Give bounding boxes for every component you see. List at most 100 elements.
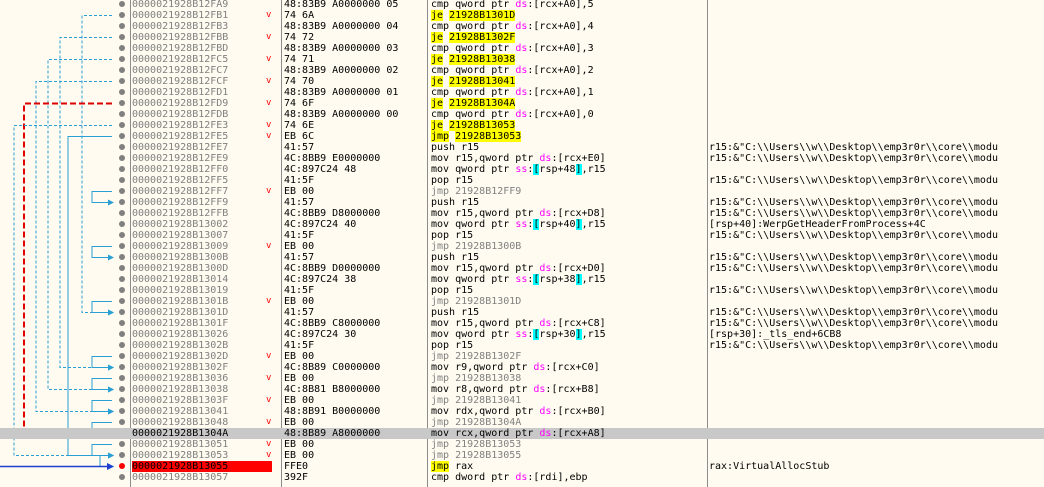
instruction-row[interactable]: 0000021928B12FFB 4C:8BB9 D8000000 mov r15,… (0, 208, 1044, 219)
instruction-row[interactable]: 0000021928B13007 41:5F pop r15 r15:&"C:\\Us… (0, 230, 1044, 241)
instruction-row[interactable]: 0000021928B12FBD 48:83B9 A0000000 03 cmp q… (0, 43, 1044, 54)
instruction-cell: jmp 21928B13041 (431, 395, 707, 406)
mnemonic: je (431, 10, 444, 21)
operand-part: ds (515, 21, 528, 32)
address-cell: 0000021928B13051 (132, 439, 229, 450)
instruction-row[interactable]: 0000021928B12FB3 48:83B9 A0000000 04 cmp q… (0, 21, 1044, 32)
address-cell: 0000021928B13019 (132, 285, 229, 296)
instruction-row[interactable]: 0000021928B1302D v EB 00 jmp 21928B1302F (0, 351, 1044, 362)
mnemonic: jmp (431, 186, 450, 197)
instruction-row[interactable]: 0000021928B12FD9 v 74 6F je 21928B1304A (0, 98, 1044, 109)
instruction-row[interactable]: 0000021928B1302B 41:5F pop r15 r15:&"C:\\Us… (0, 340, 1044, 351)
bytes-cell: 4C:897C24 48 (284, 164, 357, 175)
address-cell: 0000021928B12FE5 (132, 131, 229, 142)
instruction-row[interactable]: 0000021928B12FF0 4C:897C24 48 mov qword pt… (0, 164, 1044, 175)
comment-cell: r15:&"C:\\Users\\w\\Desktop\\emp3r0r\\co… (709, 142, 998, 153)
instruction-row[interactable]: 0000021928B13014 4C:897C24 38 mov qword pt… (0, 274, 1044, 285)
jump-direction-mark: v (266, 186, 272, 196)
instruction-row[interactable]: 0000021928B13019 41:5F pop r15 r15:&"C:\\Us… (0, 285, 1044, 296)
disassembly-view[interactable]: 0000021928B12FA9 48:83B9 A0000000 05 cmp q… (0, 0, 1044, 487)
instruction-row[interactable]: 0000021928B13051 v EB 00 jmp 21928B13053 (0, 439, 1044, 450)
mnemonic: jmp (431, 439, 450, 450)
jump-direction-mark: v (266, 296, 272, 306)
operand-part: ] (599, 263, 606, 274)
address-cell: 0000021928B12FE7 (132, 142, 229, 153)
instruction-cell: pop r15 (431, 230, 707, 241)
instruction-row[interactable]: 0000021928B13041 48:8B91 B0000000 mov rdx,… (0, 406, 1044, 417)
operand-part: ] (599, 318, 606, 329)
instruction-cell: jmp 21928B13053 (431, 131, 707, 142)
instruction-row[interactable]: 0000021928B1300B 41:57 push r15 r15:&"C:\\U… (0, 252, 1044, 263)
address-cell: 0000021928B13009 (132, 241, 229, 252)
instruction-row[interactable]: 0000021928B13038 4C:8B81 B8000000 mov r8,q… (0, 384, 1044, 395)
instruction-row[interactable]: 0000021928B12FD1 48:83B9 A0000000 01 cmp q… (0, 87, 1044, 98)
instruction-row[interactable]: 0000021928B12FE3 v 74 6E je 21928B13053 (0, 120, 1044, 131)
mnemonic: cmp (431, 472, 450, 483)
address-cell: 0000021928B12FC7 (132, 65, 229, 76)
instruction-row[interactable]: 0000021928B1300D 4C:8BB9 D0000000 mov r15,… (0, 263, 1044, 274)
mnemonic: push (431, 142, 456, 153)
mnemonic: mov (431, 219, 450, 230)
instruction-cell: jmp 21928B13053 (431, 439, 707, 450)
instruction-cell: mov qword ptr ss:[rsp+38],r15 (431, 274, 707, 285)
address-cell: 0000021928B1302D (132, 351, 229, 362)
bytes-cell: EB 00 (284, 417, 315, 428)
bytes-cell: 4C:8BB9 D8000000 (284, 208, 381, 219)
instruction-row[interactable]: 0000021928B12FCF v 74 70 je 21928B13041 (0, 76, 1044, 87)
instruction-row[interactable]: 0000021928B12FDB 48:83B9 A0000000 00 cmp q… (0, 109, 1044, 120)
bytes-cell: EB 00 (284, 450, 315, 461)
operand-part: ds (539, 153, 552, 164)
instruction-row[interactable]: 0000021928B13036 v EB 00 jmp 21928B13038 (0, 373, 1044, 384)
instruction-row[interactable]: 0000021928B12FC5 v 74 71 je 21928B13038 (0, 54, 1044, 65)
operand-part: :[ (551, 406, 564, 417)
operand-part: :[rdi],ebp (527, 472, 588, 483)
address-cell: 0000021928B13053 (132, 450, 229, 461)
instruction-row[interactable]: 0000021928B1302F 4C:8B89 C0000000 mov r9,q… (0, 362, 1044, 373)
address-cell: 0000021928B13048 (132, 417, 229, 428)
instruction-row[interactable]: 0000021928B1301B v EB 00 jmp 21928B1301D (0, 296, 1044, 307)
instruction-row[interactable]: 0000021928B13053 v EB 00 jmp 21928B13055 (0, 450, 1044, 461)
instruction-row[interactable]: 0000021928B13002 4C:897C24 40 mov qword pt… (0, 219, 1044, 230)
instruction-row[interactable]: 0000021928B12FE7 41:57 push r15 r15:&"C:\\U… (0, 142, 1044, 153)
instruction-row[interactable]: 0000021928B13026 4C:897C24 30 mov qword pt… (0, 329, 1044, 340)
instruction-row[interactable]: 0000021928B12FBB v 74 72 je 21928B1302F (0, 32, 1044, 43)
operand-part: ds (515, 65, 528, 76)
instruction-row[interactable]: 0000021928B12FF5 41:5F pop r15 r15:&"C:\\Us… (0, 175, 1044, 186)
instruction-row[interactable]: 0000021928B13055— FFE0 jmp rax rax:VirtualA… (0, 461, 1044, 472)
address-cell: 0000021928B13026 (132, 329, 229, 340)
instruction-row[interactable]: 0000021928B12FE9 4C:8BB9 E0000000 mov r15,… (0, 153, 1044, 164)
instruction-row[interactable]: 0000021928B12FF7 v EB 00 jmp 21928B12FF9 (0, 186, 1044, 197)
address-cell: 0000021928B1300D (132, 263, 229, 274)
instruction-row[interactable]: 0000021928B12FF9 41:57 push r15 r15:&"C:\\U… (0, 197, 1044, 208)
operand-part: 21928B1301D (455, 296, 522, 307)
comment-cell: [rsp+40]:WerpGetHeaderFromProcess+4C (709, 219, 926, 230)
instruction-row[interactable]: 0000021928B1304A 48:8B89 A8000000 mov rcx,… (0, 428, 1044, 439)
address-cell: 0000021928B13041 (132, 406, 229, 417)
operand-part: qword ptr (455, 274, 516, 285)
instruction-row[interactable]: 0000021928B12FB1 v 74 6A je 21928B1301D (0, 10, 1044, 21)
operand-part: ],4 (575, 21, 594, 32)
operand-part: qword ptr (455, 65, 516, 76)
address-cell: 0000021928B13014 (132, 274, 229, 285)
instruction-cell: pop r15 (431, 285, 707, 296)
instruction-cell: mov r8,qword ptr ds:[rcx+B8] (431, 384, 707, 395)
operand-part: :[ (551, 318, 564, 329)
instruction-row[interactable]: 0000021928B12FE5 v EB 6C jmp 21928B13053 (0, 131, 1044, 142)
operand-part: r15 (461, 142, 480, 153)
instruction-row[interactable]: 0000021928B13048 v EB 00 jmp 21928B1304A (0, 417, 1044, 428)
instruction-row[interactable]: 0000021928B1303F v EB 00 jmp 21928B13041 (0, 395, 1044, 406)
instruction-row[interactable]: 0000021928B1301F 4C:8BB9 C8000000 mov r15,… (0, 318, 1044, 329)
instruction-row[interactable]: 0000021928B13057 392F cmp dword ptr ds:[rd… (0, 472, 1044, 483)
operand-part: ] (593, 362, 600, 373)
instruction-row[interactable]: 0000021928B13009 v EB 00 jmp 21928B1300B (0, 241, 1044, 252)
comment-cell: r15:&"C:\\Users\\w\\Desktop\\emp3r0r\\co… (709, 252, 998, 263)
instruction-row[interactable]: 0000021928B12FC7 48:83B9 A0000000 02 cmp q… (0, 65, 1044, 76)
address-cell: 0000021928B12FB3 (132, 21, 229, 32)
mnemonic: mov (431, 164, 450, 175)
instruction-row[interactable]: 0000021928B1301D 41:57 push r15 r15:&"C:\\U… (0, 307, 1044, 318)
instruction-cell: cmp qword ptr ds:[rcx+A0],3 (431, 43, 707, 54)
jump-direction-mark: v (266, 351, 272, 361)
instruction-row[interactable]: 0000021928B12FA9 48:83B9 A0000000 05 cmp q… (0, 0, 1044, 10)
bytes-cell: EB 00 (284, 395, 315, 406)
instruction-cell: cmp qword ptr ds:[rcx+A0],2 (431, 65, 707, 76)
